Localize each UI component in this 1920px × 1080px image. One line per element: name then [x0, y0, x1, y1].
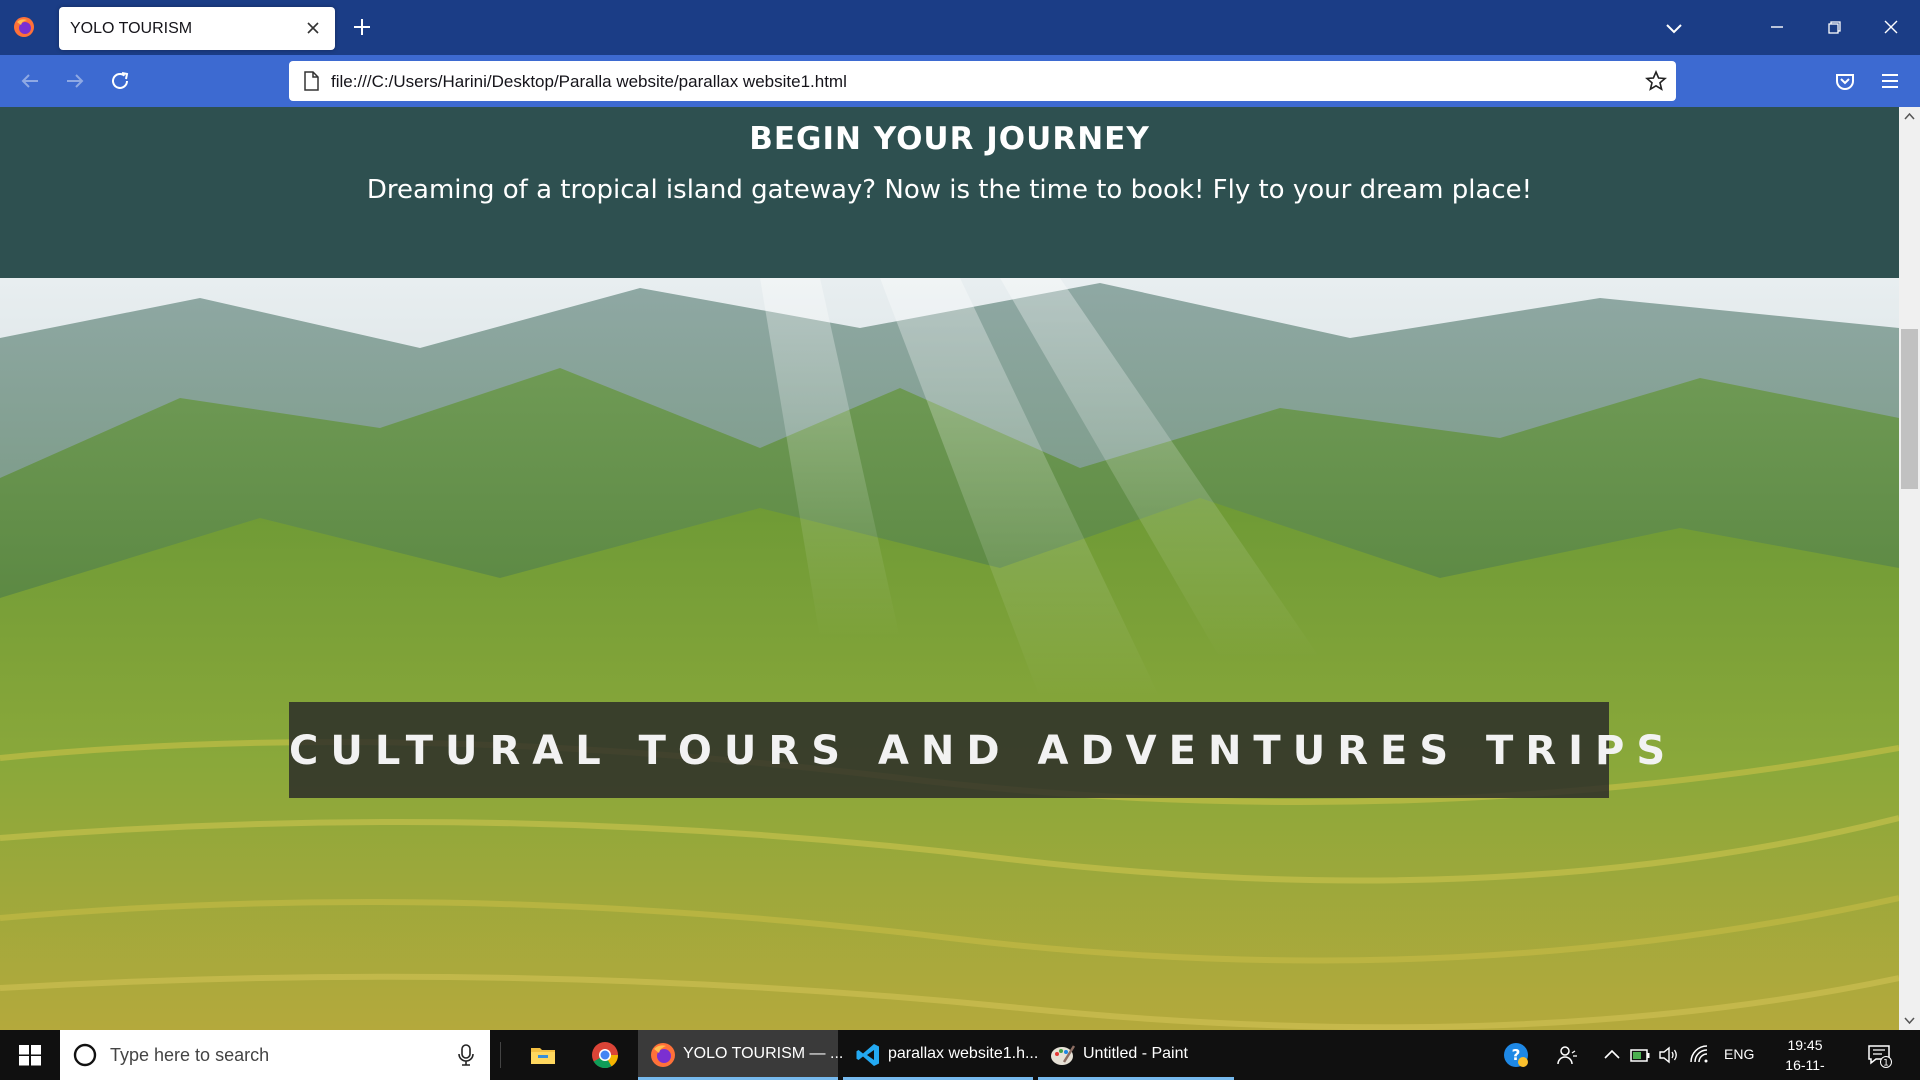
close-window-icon[interactable]	[1876, 12, 1906, 42]
taskbar-search-box[interactable]: Type here to search	[60, 1030, 490, 1080]
journey-heading: BEGIN YOUR JOURNEY	[749, 121, 1150, 157]
page-icon	[304, 71, 319, 91]
windows-start-icon[interactable]	[18, 1043, 42, 1067]
browser-nav-bar: file:///C:/Users/Harini/Desktop/Paralla …	[0, 55, 1920, 107]
scroll-down-arrow-icon[interactable]	[1903, 1014, 1916, 1027]
forward-arrow-icon[interactable]	[61, 67, 89, 95]
firefox-icon	[651, 1043, 675, 1067]
file-explorer-icon[interactable]	[528, 1040, 558, 1070]
microphone-icon[interactable]	[456, 1043, 476, 1067]
journey-text: Dreaming of a tropical island gateway? N…	[366, 175, 1533, 205]
bookmark-star-icon[interactable]	[1644, 69, 1668, 93]
cultural-tours-banner: CULTURAL TOURS AND ADVENTURES TRIPS	[289, 702, 1678, 798]
chevron-up-icon[interactable]	[1600, 1043, 1624, 1067]
firefox-menu-icon[interactable]	[13, 16, 35, 38]
system-clock[interactable]: 19:45 16-11-2022	[1770, 1035, 1840, 1080]
taskbar-app-label: parallax website1.h...	[888, 1045, 1039, 1062]
vertical-scrollbar[interactable]	[1899, 107, 1920, 1030]
people-icon[interactable]	[1555, 1043, 1579, 1067]
browser-tab-strip: YOLO TOURISM	[0, 0, 1920, 55]
notification-icon[interactable]: 1	[1866, 1042, 1892, 1068]
speaker-icon[interactable]	[1656, 1043, 1680, 1067]
new-tab-icon[interactable]	[349, 14, 375, 40]
back-arrow-icon[interactable]	[16, 67, 44, 95]
help-icon[interactable]: ?	[1502, 1041, 1530, 1069]
battery-icon[interactable]	[1628, 1043, 1652, 1067]
vscode-icon	[856, 1044, 879, 1066]
restore-icon[interactable]	[1819, 12, 1849, 42]
taskbar-app-vscode[interactable]: parallax website1.h...	[843, 1030, 1038, 1080]
clock-time: 19:45	[1787, 1037, 1823, 1053]
wifi-icon[interactable]	[1688, 1043, 1712, 1067]
chevron-down-icon[interactable]	[1662, 16, 1686, 40]
address-bar[interactable]: file:///C:/Users/Harini/Desktop/Paralla …	[289, 61, 1676, 101]
chrome-icon[interactable]	[590, 1040, 620, 1070]
paint-icon	[1051, 1045, 1076, 1065]
pocket-icon[interactable]	[1831, 67, 1859, 95]
journey-section: BEGIN YOUR JOURNEY Dreaming of a tropica…	[0, 107, 1899, 278]
clock-date: 16-11-2022	[1785, 1057, 1825, 1080]
tab-title: YOLO TOURISM	[70, 20, 193, 37]
reload-icon[interactable]	[106, 67, 134, 95]
hamburger-menu-icon[interactable]	[1876, 67, 1904, 95]
hero-landscape-section: CULTURAL TOURS AND ADVENTURES TRIPS	[0, 278, 1899, 1030]
notification-count: 1	[1883, 1059, 1889, 1069]
page-viewport: BEGIN YOUR JOURNEY Dreaming of a tropica…	[0, 107, 1899, 1030]
taskbar-app-label: Untitled - Paint	[1083, 1045, 1188, 1062]
mountain-rice-terrace-image	[0, 278, 1899, 1030]
tab-yolo-tourism[interactable]: YOLO TOURISM	[59, 7, 335, 50]
url-text: file:///C:/Users/Harini/Desktop/Paralla …	[331, 72, 847, 91]
taskbar-app-firefox[interactable]: YOLO TOURISM — ...	[638, 1030, 843, 1080]
windows-taskbar: Type here to search YOLO TOURISM — ... p…	[0, 1030, 1920, 1080]
close-tab-icon[interactable]	[301, 16, 325, 40]
taskbar-separator	[500, 1042, 501, 1068]
scroll-up-arrow-icon[interactable]	[1903, 110, 1916, 123]
search-placeholder: Type here to search	[110, 1045, 270, 1065]
taskbar-app-paint[interactable]: Untitled - Paint	[1038, 1030, 1234, 1080]
scroll-thumb[interactable]	[1901, 329, 1918, 489]
language-indicator[interactable]: ENG	[1724, 1046, 1754, 1062]
banner-text: CULTURAL TOURS AND ADVENTURES TRIPS	[289, 728, 1678, 774]
search-icon	[73, 1043, 97, 1067]
minimize-icon[interactable]	[1762, 12, 1792, 42]
taskbar-app-label: YOLO TOURISM — ...	[683, 1045, 844, 1062]
